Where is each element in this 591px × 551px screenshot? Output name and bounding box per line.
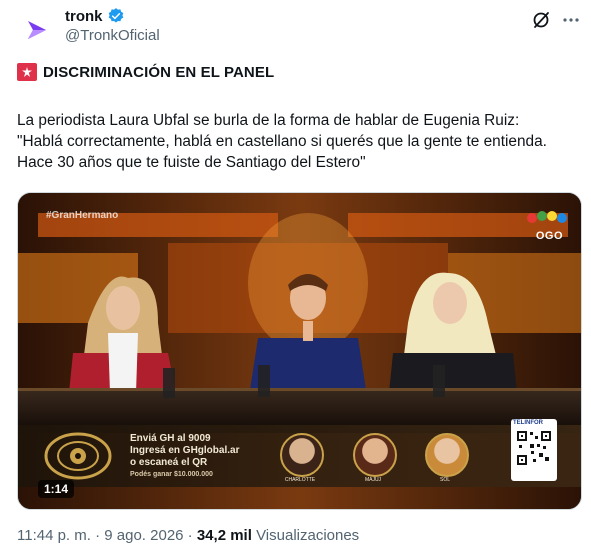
- post-body: La periodista Laura Ubfal se burla de la…: [17, 110, 583, 173]
- post-meta: 11:44 p. m. · 9 ago. 2026 · 34,2 mil Vis…: [17, 527, 359, 544]
- big-brother-eye-icon: [44, 432, 112, 480]
- body-line-2: "Hablá correctamente, hablá en castellan…: [17, 133, 547, 171]
- tronk-logo-icon[interactable]: [17, 10, 57, 50]
- body-line-1: La periodista Laura Ubfal se burla de la…: [17, 112, 520, 129]
- video-duration: 1:14: [38, 480, 75, 498]
- channel-label: OGO: [535, 230, 563, 242]
- qr-code-icon: [515, 429, 553, 467]
- banner-line-1: Enviá GH al 9009: [130, 433, 211, 444]
- contestant-name: SOL: [439, 477, 450, 483]
- account-handle[interactable]: @TronkOficial: [65, 27, 160, 44]
- banner-line-2: Ingresá en GHglobal.ar: [130, 445, 240, 456]
- views-label: Visualizaciones: [256, 527, 360, 544]
- banner-line-4: Podés ganar $10.000.000: [130, 471, 213, 478]
- video-hashtag: #GranHermano: [46, 210, 119, 221]
- views-count: 34,2 mil: [196, 527, 252, 544]
- grok-icon[interactable]: [531, 10, 551, 30]
- post-header: tronk @TronkOficial: [17, 4, 583, 50]
- voting-instructions: Enviá GH al 9009 Ingresá en GHglobal.ar …: [130, 433, 239, 481]
- contestant-avatar: [353, 433, 397, 477]
- verified-badge-icon: [108, 8, 123, 23]
- headline-text: DISCRIMINACIÓN EN EL PANEL: [43, 63, 275, 81]
- contestant-avatar: [280, 433, 324, 477]
- contestant-name: MAJUJ: [364, 477, 382, 483]
- account-name[interactable]: tronk: [65, 8, 103, 25]
- video-player[interactable]: #GranHermano OGO Enviá GH al 9009 Ingres…: [17, 192, 582, 510]
- sponsor-label: TELINFOR: [513, 420, 543, 426]
- post-headline: DISCRIMINACIÓN EN EL PANEL: [17, 63, 274, 81]
- contestant-avatar: [425, 433, 469, 477]
- post-timestamp[interactable]: 11:44 p. m. · 9 ago. 2026 ·: [17, 527, 193, 544]
- more-options-icon[interactable]: [561, 10, 581, 30]
- contestant-name: CHARLOTTE: [284, 477, 316, 483]
- siren-icon: [17, 63, 37, 81]
- banner-line-3: o escaneá el QR: [130, 457, 208, 468]
